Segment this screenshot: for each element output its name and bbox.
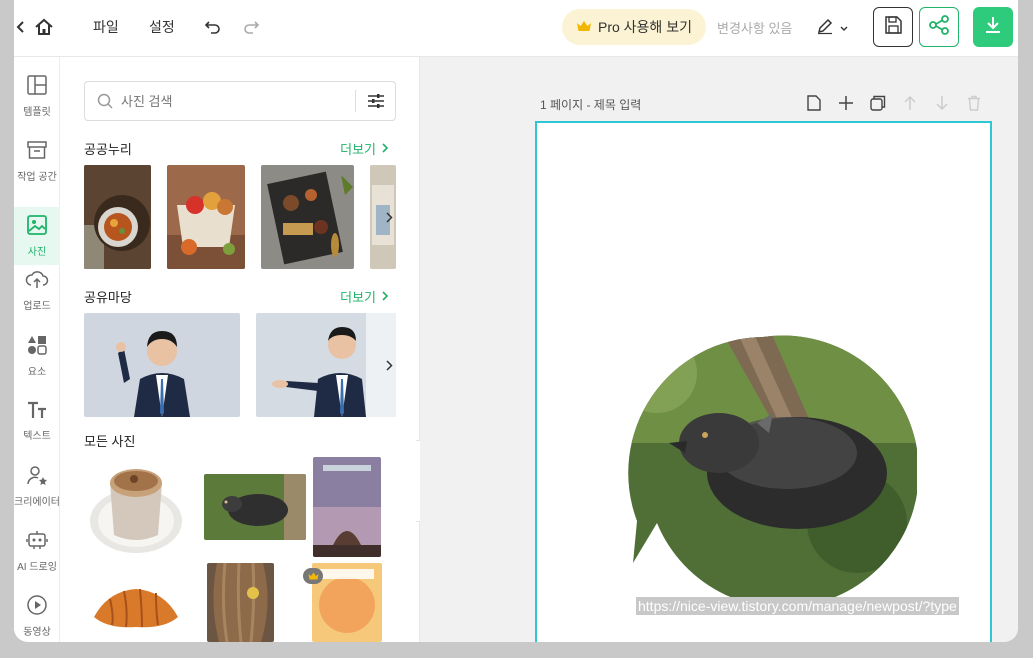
rail-label: 텍스트 bbox=[23, 431, 51, 442]
download-button[interactable] bbox=[973, 7, 1013, 47]
rail-label: 작업 공간 bbox=[17, 172, 57, 183]
chevron-right-icon bbox=[382, 141, 389, 156]
rail-item-elements[interactable]: 요소 bbox=[14, 327, 60, 385]
rail-label: AI 드로잉 bbox=[17, 562, 57, 573]
changes-status: 변경사항 있음 bbox=[717, 20, 793, 36]
photo-thumb[interactable] bbox=[84, 457, 188, 557]
left-rail: 템플릿 작업 공간 사진 업로드 요소 텍스트 크리에이터 AI 드로잉 동영상 bbox=[14, 57, 60, 642]
undo-icon[interactable] bbox=[204, 0, 222, 54]
redo-icon[interactable] bbox=[242, 0, 260, 54]
text-icon bbox=[26, 400, 48, 423]
shapes-icon bbox=[26, 334, 48, 359]
move-down-icon bbox=[933, 94, 951, 112]
rail-label: 사진 bbox=[27, 247, 47, 258]
scroll-right-icon[interactable] bbox=[381, 209, 397, 225]
chevron-down-icon bbox=[840, 19, 848, 35]
more-link-public[interactable]: 더보기 bbox=[340, 139, 389, 158]
home-icon[interactable] bbox=[34, 0, 54, 54]
photo-thumb[interactable] bbox=[261, 165, 354, 269]
move-up-icon bbox=[901, 94, 919, 112]
more-link-shared[interactable]: 더보기 bbox=[340, 287, 389, 306]
photo-search-box bbox=[84, 81, 396, 121]
canvas-area: 1 페이지 - 제목 입력 bbox=[420, 57, 1018, 642]
pro-trial-button[interactable]: Pro 사용해 보기 bbox=[562, 9, 706, 45]
rail-label: 요소 bbox=[27, 367, 47, 378]
rail-item-text[interactable]: 텍스트 bbox=[14, 392, 60, 450]
image-icon bbox=[26, 214, 48, 239]
pro-badge bbox=[303, 568, 323, 584]
rail-item-templates[interactable]: 템플릿 bbox=[14, 67, 60, 125]
rail-item-creator[interactable]: 크리에이터 bbox=[14, 457, 60, 515]
section-title-all: 모든 사진 bbox=[84, 434, 136, 449]
share-icon bbox=[928, 14, 950, 41]
rail-label: 업로드 bbox=[23, 301, 51, 312]
page-toolbar bbox=[805, 94, 983, 112]
scroll-right-icon[interactable] bbox=[381, 357, 397, 373]
photo-thumb[interactable] bbox=[167, 165, 245, 269]
more-label: 더보기 bbox=[340, 290, 376, 305]
rail-item-photos[interactable]: 사진 bbox=[14, 207, 60, 265]
editor-window: 파일 설정 Pro 사용해 보기 변경사항 있음 템플릿 작업 공간 사진 업로… bbox=[14, 0, 1018, 642]
section-title-shared: 공유마당 bbox=[84, 290, 132, 305]
plus-icon[interactable] bbox=[837, 94, 855, 112]
rail-item-workspace[interactable]: 작업 공간 bbox=[14, 132, 60, 190]
search-divider bbox=[355, 90, 356, 112]
rail-item-video[interactable]: 동영상 bbox=[14, 587, 60, 642]
rail-label: 크리에이터 bbox=[14, 497, 60, 508]
rail-label: 동영상 bbox=[23, 627, 51, 638]
chevron-right-icon bbox=[382, 289, 389, 304]
photo-thumb[interactable] bbox=[313, 457, 381, 557]
share-button[interactable] bbox=[919, 7, 959, 47]
pro-trial-label: Pro 사용해 보기 bbox=[598, 19, 692, 35]
creator-icon bbox=[26, 464, 48, 489]
section-title-public: 공공누리 bbox=[84, 142, 132, 157]
photo-thumb[interactable] bbox=[84, 165, 151, 269]
photo-thumb[interactable] bbox=[207, 563, 274, 642]
trash-icon bbox=[965, 94, 983, 112]
crown-icon bbox=[576, 19, 592, 35]
photo-panel: 공공누리 더보기 공유마당 더보기 bbox=[60, 57, 420, 642]
ai-drawing-icon bbox=[26, 529, 48, 554]
more-label: 더보기 bbox=[340, 142, 376, 157]
play-icon bbox=[26, 594, 48, 619]
template-icon bbox=[26, 74, 48, 99]
rail-item-ai-drawing[interactable]: AI 드로잉 bbox=[14, 522, 60, 580]
upload-cloud-icon bbox=[25, 270, 49, 293]
download-icon bbox=[983, 15, 1003, 40]
design-page[interactable] bbox=[535, 121, 992, 642]
search-icon bbox=[97, 93, 113, 109]
photo-thumb[interactable] bbox=[256, 313, 396, 417]
photo-thumb[interactable] bbox=[84, 313, 240, 417]
pencil-icon bbox=[816, 17, 834, 38]
page-title[interactable]: 1 페이지 - 제목 입력 bbox=[540, 96, 641, 113]
file-menu[interactable]: 파일 bbox=[93, 0, 119, 54]
crown-icon bbox=[308, 567, 319, 585]
rail-label: 템플릿 bbox=[23, 107, 51, 118]
add-page-icon[interactable] bbox=[805, 94, 823, 112]
archive-icon bbox=[26, 139, 48, 164]
top-bar: 파일 설정 Pro 사용해 보기 변경사항 있음 bbox=[14, 0, 1018, 57]
save-button[interactable] bbox=[873, 7, 913, 47]
speech-bubble-photo-frame[interactable] bbox=[537, 123, 990, 642]
selected-url-text[interactable]: https://nice-view.tistory.com/manage/new… bbox=[636, 597, 959, 615]
back-icon[interactable] bbox=[14, 0, 28, 54]
rail-item-upload[interactable]: 업로드 bbox=[14, 262, 60, 320]
photo-thumb[interactable] bbox=[204, 474, 306, 540]
save-icon bbox=[883, 15, 903, 40]
settings-menu[interactable]: 설정 bbox=[149, 0, 175, 54]
duplicate-icon[interactable] bbox=[869, 94, 887, 112]
photo-thumb[interactable] bbox=[84, 577, 188, 642]
filter-icon[interactable] bbox=[367, 93, 385, 109]
photo-search-input[interactable] bbox=[121, 93, 341, 109]
edit-mode-dropdown[interactable] bbox=[816, 0, 848, 54]
